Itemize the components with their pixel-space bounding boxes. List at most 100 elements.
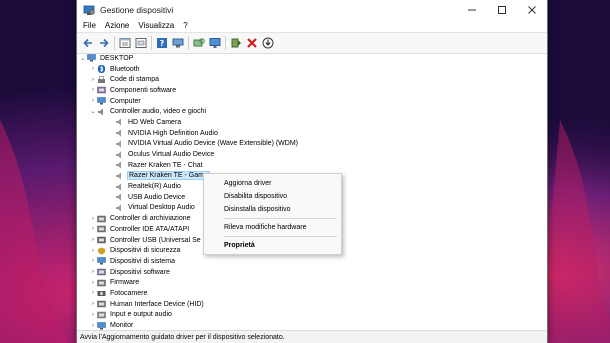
computer-icon [87, 54, 96, 62]
status-bar: Avvia l'Aggiornamento guidato driver per… [77, 330, 547, 343]
update-driver-button[interactable] [229, 37, 242, 50]
download-button[interactable] [261, 37, 274, 50]
tree-item[interactable]: › Fotocamere [77, 288, 547, 299]
tree-item[interactable]: › Computer [77, 96, 547, 107]
tree-item[interactable]: Razer Kraken TE - Chat [77, 160, 547, 171]
show-hidden-button[interactable] [134, 37, 147, 50]
toolbar-separator [114, 36, 115, 50]
software-device-icon [97, 268, 106, 276]
expand-arrow-icon[interactable]: › [89, 258, 97, 264]
tree-item-label: Controller IDE ATA/ATAPI [110, 225, 190, 233]
printer-icon [97, 75, 106, 84]
tree-item-label: Firmware [110, 279, 140, 287]
show-hidden-icon [135, 38, 146, 48]
monitor-button[interactable] [208, 37, 221, 50]
usb-controller-icon [97, 236, 106, 244]
forward-button[interactable] [97, 37, 110, 50]
forward-icon [99, 38, 109, 48]
download-icon [262, 37, 273, 49]
title-bar[interactable]: Gestione dispositivi [77, 0, 547, 19]
uninstall-button[interactable] [245, 37, 258, 50]
device-manager-window[interactable]: Gestione dispositivi File Azione Visuali… [76, 0, 548, 343]
menu-help[interactable]: ? [183, 21, 187, 30]
tree-item[interactable]: ⌄ DESKTOP [77, 53, 547, 64]
menu-file[interactable]: File [83, 21, 96, 30]
tree-item-label: Dispositivi di sicurezza [110, 247, 181, 255]
minimize-button[interactable] [457, 0, 487, 19]
collapse-arrow-icon[interactable]: ⌄ [89, 108, 97, 115]
audio-device-icon [115, 151, 124, 159]
tree-item-label: Oculus Virtual Audio Device [128, 151, 215, 159]
tree-item[interactable]: HD Web Camera [77, 117, 547, 128]
collapse-arrow-icon[interactable]: ⌄ [79, 55, 87, 62]
computer-view-button[interactable] [171, 37, 184, 50]
uninstall-icon [246, 38, 257, 48]
system-device-icon [97, 257, 106, 265]
firmware-icon [97, 279, 106, 287]
tree-item[interactable]: › Input e output audio [77, 310, 547, 321]
bluetooth-icon [97, 65, 106, 74]
tree-item-label: Controller di archiviazione [110, 215, 191, 223]
tree-item[interactable]: › Bluetooth [77, 64, 547, 75]
close-button[interactable] [517, 0, 547, 19]
tree-item[interactable]: › Code di stampa [77, 74, 547, 85]
back-button[interactable] [81, 37, 94, 50]
ctx-disable-device-item[interactable]: Disabilita dispositivo [204, 190, 341, 203]
expand-arrow-icon[interactable]: › [89, 98, 97, 104]
audio-io-icon [97, 311, 106, 319]
expand-arrow-icon[interactable]: › [89, 269, 97, 275]
tree-item[interactable]: › Firmware [77, 277, 547, 288]
back-icon [82, 38, 92, 48]
tree-item[interactable]: NVIDIA Virtual Audio Device (Wave Extens… [77, 139, 547, 150]
tree-item[interactable]: ⌄ Controller audio, video e giochi [77, 106, 547, 117]
tree-item[interactable]: › Dispositivi software [77, 267, 547, 278]
expand-arrow-icon[interactable]: › [89, 301, 97, 307]
help-icon: ? [156, 38, 167, 48]
help-button[interactable]: ? [155, 37, 168, 50]
expand-arrow-icon[interactable]: › [89, 66, 97, 72]
expand-arrow-icon[interactable]: › [89, 216, 97, 222]
expand-arrow-icon[interactable]: › [89, 237, 97, 243]
maximize-button[interactable] [487, 0, 517, 19]
menu-visualizza[interactable]: Visualizza [138, 21, 174, 30]
storage-controller-icon [97, 215, 106, 223]
expand-arrow-icon[interactable]: › [89, 312, 97, 318]
tree-item[interactable]: NVIDIA High Definition Audio [77, 128, 547, 139]
tree-item[interactable]: › Componenti software [77, 85, 547, 96]
audio-controller-icon [97, 108, 106, 116]
svg-text:?: ? [159, 39, 164, 48]
expand-arrow-icon[interactable]: › [89, 323, 97, 329]
tree-item-label: Computer [110, 97, 141, 105]
ctx-scan-hardware-changes-item[interactable]: Rileva modifiche hardware [204, 221, 341, 234]
expand-arrow-icon[interactable]: › [89, 280, 97, 286]
tree-item-label: Code di stampa [110, 76, 160, 84]
expand-arrow-icon[interactable]: › [89, 226, 97, 232]
tree-item[interactable]: Oculus Virtual Audio Device [77, 149, 547, 160]
tree-item[interactable]: › Dispositivi di sistema [77, 256, 547, 267]
computer-icon [172, 38, 183, 48]
tree-item-label: Controller USB (Universal Se [110, 236, 201, 244]
context-menu[interactable]: Aggiorna driver Disabilita dispositivo Dis… [203, 173, 342, 255]
properties-view-button[interactable] [118, 37, 131, 50]
tree-item-label: Razer Kraken TE - Chat [128, 161, 203, 169]
scan-hardware-button[interactable] [192, 37, 205, 50]
ctx-uninstall-device-item[interactable]: Disinstalla dispositivo [204, 203, 341, 216]
expand-arrow-icon[interactable]: › [89, 87, 97, 93]
maximize-icon [498, 5, 506, 14]
expand-arrow-icon[interactable]: › [89, 248, 97, 254]
scan-hardware-icon [193, 38, 205, 47]
tree-item-label: Razer Kraken TE - Game [127, 171, 210, 181]
tree-item-label: DESKTOP [100, 54, 134, 62]
ctx-update-driver-item[interactable]: Aggiorna driver [204, 177, 341, 190]
menu-azione[interactable]: Azione [105, 21, 129, 30]
audio-device-icon [115, 140, 124, 148]
context-menu-separator [224, 236, 337, 237]
audio-device-icon [115, 129, 124, 137]
expand-arrow-icon[interactable]: › [89, 77, 97, 83]
expand-arrow-icon[interactable]: › [89, 290, 97, 296]
minimize-icon [468, 9, 476, 10]
tree-item-label: Dispositivi software [110, 268, 170, 276]
tree-item[interactable]: › Human Interface Device (HID) [77, 299, 547, 310]
ctx-properties-item[interactable]: Proprietà [204, 239, 341, 252]
monitor-icon [209, 38, 220, 48]
